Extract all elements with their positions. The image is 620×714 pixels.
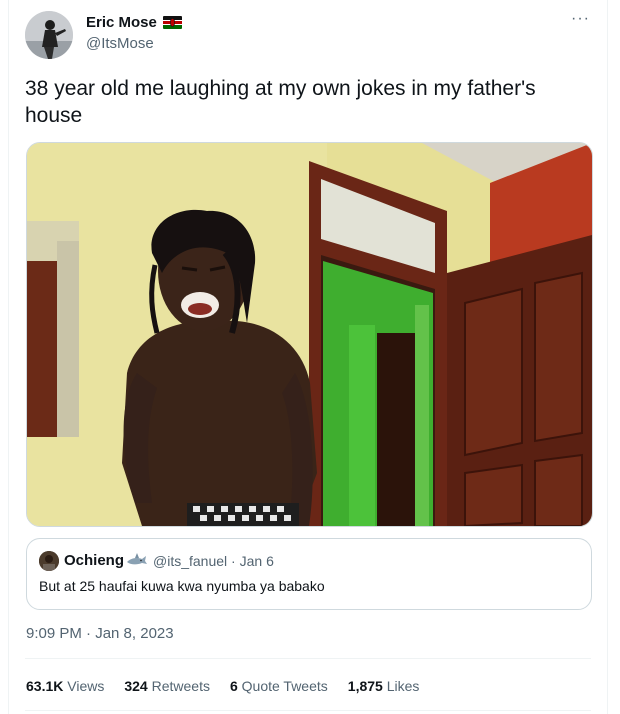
quote-tweets-stat[interactable]: 6 Quote Tweets [230, 678, 328, 694]
views-label: Views [67, 678, 105, 694]
quoted-tweet[interactable]: Ochieng @its_fanuel · Jan 6 But at 25 ha… [26, 538, 592, 610]
quotes-label: Quote Tweets [241, 678, 328, 694]
tweet-card: Eric Mose @ItsMose ··· 38 year old me la… [8, 0, 608, 714]
retweets-count: 324 [124, 678, 148, 694]
likes-count: 1,875 [347, 678, 383, 694]
likes-stat[interactable]: 1,875 Likes [348, 678, 420, 694]
quoted-text: But at 25 haufai kuwa kwa nyumba ya baba… [39, 578, 325, 594]
quoted-meta: @its_fanuel · Jan 6 [153, 553, 274, 569]
views-stat[interactable]: 63.1K Views [26, 678, 104, 694]
author-avatar[interactable] [25, 11, 73, 59]
meta-separator: · [231, 553, 236, 569]
tweet-timestamp[interactable]: 9:09 PM · Jan 8, 2023 [26, 625, 174, 642]
views-count: 63.1K [26, 678, 64, 694]
tweet-stats: 63.1K Views 324 Retweets 6 Quote Tweets … [26, 678, 419, 694]
kenya-flag-icon [163, 16, 182, 29]
more-icon[interactable]: ··· [571, 10, 590, 28]
tweet-text: 38 year old me laughing at my own jokes … [25, 77, 536, 127]
retweets-label: Retweets [151, 678, 210, 694]
quotes-count: 6 [229, 678, 238, 694]
quoted-date[interactable]: Jan 6 [240, 553, 274, 569]
quoted-author-avatar[interactable] [39, 551, 59, 571]
author-name[interactable]: Eric Mose [86, 14, 157, 31]
divider [25, 710, 591, 711]
quoted-author-name[interactable]: Ochieng [64, 552, 124, 569]
avatar-image [25, 11, 73, 59]
shark-emoji-icon [126, 552, 148, 568]
tweet-photo[interactable] [26, 142, 593, 527]
author-handle[interactable]: @ItsMose [86, 35, 154, 52]
quoted-author-handle[interactable]: @its_fanuel [153, 553, 227, 569]
likes-label: Likes [386, 678, 420, 694]
room-photo [27, 143, 592, 526]
divider [25, 658, 591, 659]
retweets-stat[interactable]: 324 Retweets [124, 678, 210, 694]
